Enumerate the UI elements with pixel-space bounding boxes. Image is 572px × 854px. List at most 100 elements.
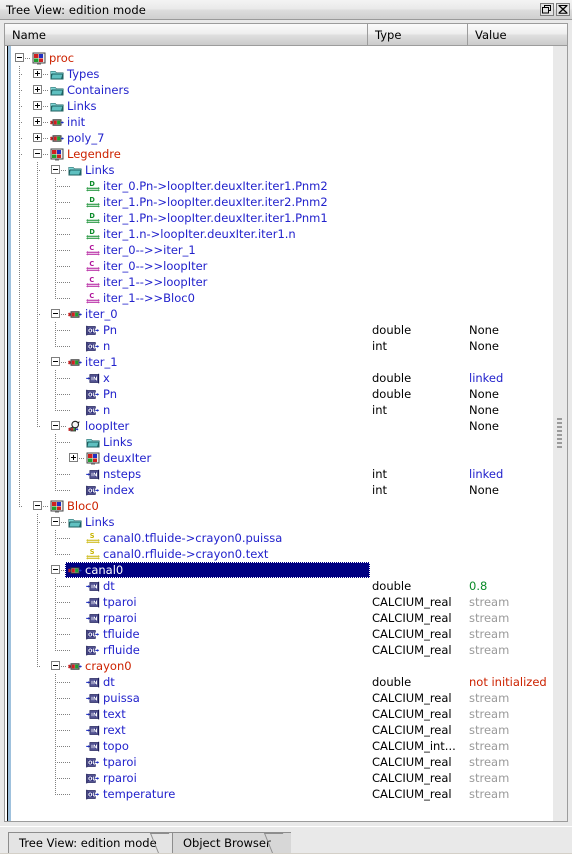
collapse-button[interactable] bbox=[51, 661, 60, 670]
svg-text:C: C bbox=[89, 276, 94, 284]
tree-row[interactable]: IN x double linked bbox=[7, 370, 552, 386]
column-header-name[interactable]: Name bbox=[5, 24, 368, 45]
tree-row[interactable]: OUT rparoi CALCIUM_real stream bbox=[7, 770, 552, 786]
svg-text:OUT: OUT bbox=[88, 648, 100, 654]
datalink-icon: D bbox=[86, 212, 100, 224]
tree-connector bbox=[55, 778, 71, 779]
tree-row[interactable]: Containers bbox=[7, 82, 552, 98]
outport-icon: OUT bbox=[86, 341, 100, 352]
tree-row[interactable]: OUT rfluide CALCIUM_real stream bbox=[7, 642, 552, 658]
tree-row[interactable]: OUT n int None bbox=[7, 338, 552, 354]
tab-label: Tree View: edition mode bbox=[19, 836, 157, 850]
collapse-button[interactable] bbox=[51, 517, 60, 526]
tree-row[interactable]: iter_0 bbox=[7, 306, 552, 322]
column-header-value[interactable]: Value bbox=[468, 24, 567, 45]
outport-icon-wrap: OUT bbox=[86, 756, 100, 769]
expand-button[interactable] bbox=[33, 133, 42, 142]
tree-node-type: int bbox=[372, 339, 387, 353]
tree-node-type: CALCIUM_real bbox=[372, 707, 452, 721]
tree-node-type: CALCIUM_real bbox=[372, 755, 452, 769]
collapse-button[interactable] bbox=[51, 165, 60, 174]
tree-row[interactable]: IN text CALCIUM_real stream bbox=[7, 706, 552, 722]
tree-row[interactable]: OUT tfluide CALCIUM_real stream bbox=[7, 626, 552, 642]
tree-row-selected[interactable]: canal0 bbox=[7, 562, 552, 578]
tree-row[interactable]: Links bbox=[7, 98, 552, 114]
tree-row[interactable]: Diter_0.Pn->loopIter.deuxIter.iter1.Pnm2 bbox=[7, 178, 552, 194]
tab-object-browser[interactable]: Object Browser bbox=[172, 832, 291, 853]
tree-row[interactable]: Bloc0 bbox=[7, 498, 552, 514]
tree-row[interactable]: OUT Pn double None bbox=[7, 386, 552, 402]
tree-row[interactable]: IN nsteps int linked bbox=[7, 466, 552, 482]
tree-row[interactable]: Citer_1-->>loopIter bbox=[7, 274, 552, 290]
column-header-type[interactable]: Type bbox=[368, 24, 468, 45]
tree-row[interactable]: Diter_1.Pn->loopIter.deuxIter.iter2.Pnm2 bbox=[7, 194, 552, 210]
close-button[interactable] bbox=[556, 3, 570, 16]
tree-connector bbox=[55, 586, 71, 587]
controllink-icon-wrap: C bbox=[86, 292, 100, 305]
tree-node-type: CALCIUM_real bbox=[372, 627, 452, 641]
vertical-splitter[interactable] bbox=[552, 46, 567, 821]
tree-row[interactable]: OUT temperature CALCIUM_real stream bbox=[7, 786, 552, 802]
tree-row[interactable]: IN dt double not initialized bbox=[7, 674, 552, 690]
inport-icon-wrap: IN bbox=[86, 372, 100, 385]
tree-row[interactable]: Links bbox=[7, 434, 552, 450]
tree-row[interactable]: OUT Pn double None bbox=[7, 322, 552, 338]
controllink-icon: C bbox=[86, 292, 100, 304]
tab-tree-view[interactable]: Tree View: edition mode bbox=[8, 832, 177, 853]
tree-row[interactable]: IN puissa CALCIUM_real stream bbox=[7, 690, 552, 706]
collapse-button[interactable] bbox=[51, 421, 60, 430]
tree-row[interactable]: Citer_1-->>Bloc0 bbox=[7, 290, 552, 306]
collapse-button[interactable] bbox=[51, 565, 60, 574]
expand-button[interactable] bbox=[33, 101, 42, 110]
tree-row[interactable]: iter_1 bbox=[7, 354, 552, 370]
tree-row[interactable]: deuxIter bbox=[7, 450, 552, 466]
tree-row[interactable]: IN rext CALCIUM_real stream bbox=[7, 722, 552, 738]
folder-icon-wrap bbox=[50, 100, 64, 113]
tree-row[interactable]: proc bbox=[7, 50, 552, 66]
tree-row[interactable]: init bbox=[7, 114, 552, 130]
tree-row[interactable]: IN rparoi CALCIUM_real stream bbox=[7, 610, 552, 626]
collapse-button[interactable] bbox=[15, 53, 24, 62]
tree-row[interactable]: IN topo CALCIUM_int... stream bbox=[7, 738, 552, 754]
inport-icon: IN bbox=[86, 741, 100, 752]
tree-row[interactable]: crayon0 bbox=[7, 658, 552, 674]
tree-row[interactable]: OUT index int None bbox=[7, 482, 552, 498]
tree-row[interactable]: poly_7 bbox=[7, 130, 552, 146]
tree-node-label: Types bbox=[67, 67, 100, 81]
tree-row[interactable]: Diter_1.Pn->loopIter.deuxIter.iter1.Pnm1 bbox=[7, 210, 552, 226]
tree-connector bbox=[55, 602, 71, 603]
tree-row[interactable]: Links bbox=[7, 514, 552, 530]
outport-icon: OUT bbox=[86, 629, 100, 640]
tree-row[interactable]: IN dt double 0.8 bbox=[7, 578, 552, 594]
tree-row[interactable]: IN tparoi CALCIUM_real stream bbox=[7, 594, 552, 610]
tree-row[interactable]: Citer_0-->>iter_1 bbox=[7, 242, 552, 258]
tree-row[interactable]: Types bbox=[7, 66, 552, 82]
tree-row[interactable]: OUT tparoi CALCIUM_real stream bbox=[7, 754, 552, 770]
expand-button[interactable] bbox=[33, 85, 42, 94]
collapse-button[interactable] bbox=[51, 309, 60, 318]
outport-icon-wrap: OUT bbox=[86, 788, 100, 801]
tree-row[interactable]: Citer_0-->>loopIter bbox=[7, 258, 552, 274]
collapse-button[interactable] bbox=[33, 501, 42, 510]
tree-connector bbox=[43, 506, 48, 507]
tree-row[interactable]: Scanal0.rfluide->crayon0.text bbox=[7, 546, 552, 562]
expand-button[interactable] bbox=[33, 117, 42, 126]
expand-button[interactable] bbox=[33, 69, 42, 78]
tree-row[interactable]: Links bbox=[7, 162, 552, 178]
tree-node-label: deuxIter bbox=[103, 451, 152, 465]
undock-button[interactable] bbox=[540, 3, 554, 16]
collapse-button[interactable] bbox=[33, 149, 42, 158]
tree-connector bbox=[55, 794, 71, 795]
tree-row[interactable]: Diter_1.n->loopIter.deuxIter.iter1.n bbox=[7, 226, 552, 242]
tree-row[interactable]: Scanal0.tfluide->crayon0.puissa bbox=[7, 530, 552, 546]
service-icon bbox=[50, 119, 64, 126]
svg-text:D: D bbox=[89, 196, 95, 204]
tree-row[interactable]: OUT n int None bbox=[7, 402, 552, 418]
expand-button[interactable] bbox=[69, 453, 78, 462]
service-icon-wrap bbox=[68, 660, 82, 673]
tree-row[interactable]: Legendre bbox=[7, 146, 552, 162]
tree-content[interactable]: proc Types Containers Links init poly_7 Legend… bbox=[5, 46, 552, 821]
collapse-button[interactable] bbox=[51, 357, 60, 366]
tree-row[interactable]: loopIter None bbox=[7, 418, 552, 434]
tree-connector bbox=[61, 314, 66, 315]
